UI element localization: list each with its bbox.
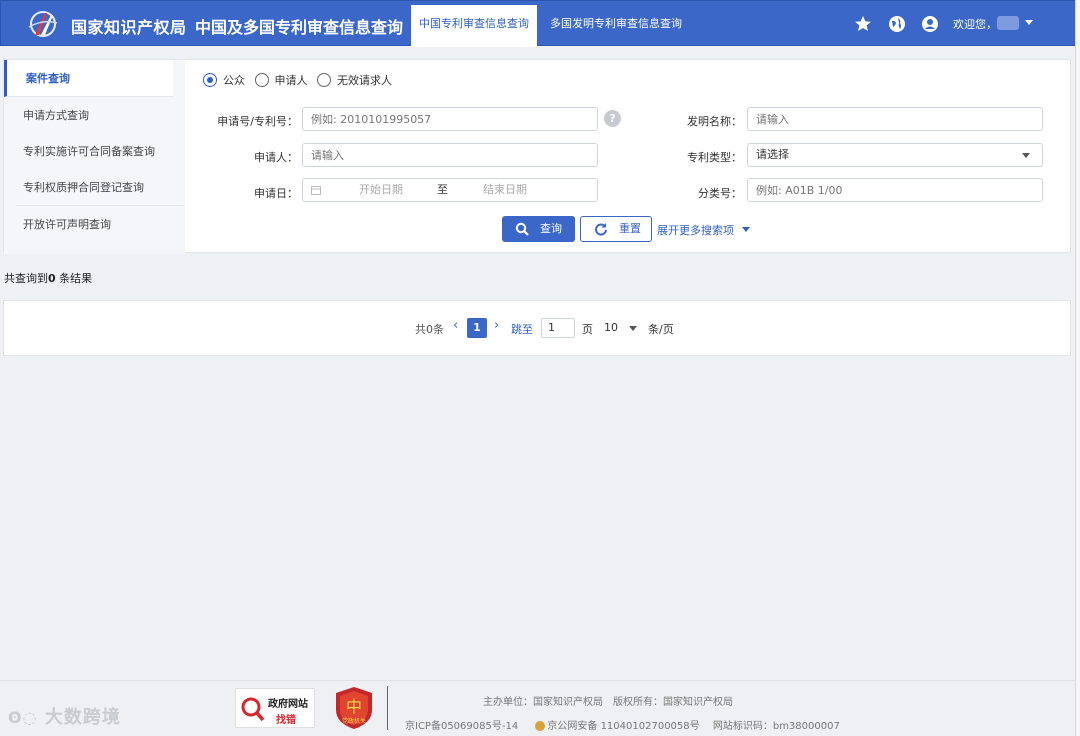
pagination-jump-label: 跳至 xyxy=(511,323,533,336)
end-date-placeholder[interactable]: 结束日期 xyxy=(483,179,527,201)
globe-icon[interactable] xyxy=(887,14,907,34)
sidebar-item-pledge-contract[interactable]: 专利权质押合同登记查询 xyxy=(16,169,185,206)
party-government-badge-icon[interactable]: 中 党政机关 xyxy=(334,686,374,730)
watermark-logo-icon: ʘ◌ xyxy=(8,708,38,727)
date-separator: 至 xyxy=(437,183,448,196)
patent-type-label: 专利类型： xyxy=(687,151,742,164)
badge-gov-line2: 找错 xyxy=(276,715,296,726)
search-button[interactable]: 查询 xyxy=(502,216,575,242)
welcome-text: 欢迎您， xyxy=(953,18,997,31)
system-title: 中国及多国专利审查信息查询 xyxy=(195,18,404,37)
pagination-total: 共0条 xyxy=(415,323,444,336)
sidebar-item-application-method[interactable]: 申请方式查询 xyxy=(16,97,185,134)
reset-button-label: 重置 xyxy=(619,222,641,235)
page-size-unit: 条/页 xyxy=(648,323,674,336)
footer-divider xyxy=(0,680,1080,681)
sidebar-item-license-contract[interactable]: 专利实施许可合同备案查询 xyxy=(16,133,185,170)
search-icon xyxy=(515,222,529,236)
applicant-input[interactable] xyxy=(302,143,598,167)
radio-public-label: 公众 xyxy=(223,74,245,87)
footer-police[interactable]: 京公网安备 11040102700058号 xyxy=(547,721,699,732)
radio-applicant-label: 申请人 xyxy=(274,74,308,87)
tab-china-patent[interactable]: 中国专利审查信息查询 xyxy=(411,5,537,47)
cnipa-logo-icon xyxy=(28,11,58,37)
app-date-label: 申请日： xyxy=(254,187,298,200)
sidebar-item-case-query[interactable]: 案件查询 xyxy=(4,60,173,97)
search-button-label: 查询 xyxy=(540,222,562,235)
chevron-right-icon[interactable]: › xyxy=(494,318,499,333)
radio-invalidation-label: 无效请求人 xyxy=(337,74,392,87)
magnifier-icon xyxy=(241,697,265,722)
window-scrollbar[interactable] xyxy=(1075,0,1080,736)
chevron-left-icon[interactable]: ‹ xyxy=(453,318,458,333)
start-date-placeholder[interactable]: 开始日期 xyxy=(359,179,403,201)
app-no-label: 申请号/专利号： xyxy=(217,115,298,128)
chevron-down-icon[interactable] xyxy=(629,326,637,331)
username-redacted[interactable] xyxy=(997,16,1019,30)
svg-text:中: 中 xyxy=(346,697,362,716)
result-prefix: 共查询到 xyxy=(4,272,48,285)
badge-party-label: 党政机关 xyxy=(342,717,366,725)
footer-registration: 京ICP备05069085号-14 京公网安备 11040102700058号 … xyxy=(405,717,840,732)
invention-name-label: 发明名称： xyxy=(687,115,742,128)
top-header: 国家知识产权局 中国及多国专利审查信息查询 中国专利审查信息查询 多国发明专利审… xyxy=(0,0,1080,47)
patent-type-select[interactable]: 请选择 xyxy=(747,143,1043,167)
result-number: 0 xyxy=(48,272,56,285)
search-panel: 案件查询 申请方式查询 专利实施许可合同备案查询 专利权质押合同登记查询 开放许… xyxy=(3,59,1071,254)
chevron-down-icon[interactable] xyxy=(1025,20,1033,25)
help-icon[interactable]: ? xyxy=(604,110,621,127)
footer-site-code: 网站标识码：bm38000007 xyxy=(712,721,840,732)
pagination-page-unit: 页 xyxy=(582,323,593,336)
sidebar-item-open-license[interactable]: 开放许可声明查询 xyxy=(16,206,185,243)
brand-name: 国家知识产权局 xyxy=(71,18,187,37)
watermark: ʘ◌ 大数跨境 xyxy=(8,707,121,728)
star-icon[interactable] xyxy=(853,14,873,34)
result-suffix: 条结果 xyxy=(59,272,93,285)
class-no-input[interactable] xyxy=(747,178,1043,202)
police-badge-icon xyxy=(535,721,546,731)
radio-invalidation-requester[interactable] xyxy=(317,73,331,87)
user-icon[interactable] xyxy=(920,14,940,34)
footer-icp[interactable]: 京ICP备05069085号-14 xyxy=(405,721,518,732)
gov-site-error-badge[interactable]: 政府网站 找错 xyxy=(235,688,315,728)
chevron-down-icon[interactable] xyxy=(1022,153,1030,158)
tab-multinational-patent[interactable]: 多国发明专利审查信息查询 xyxy=(550,5,682,43)
invention-name-input[interactable] xyxy=(747,107,1043,131)
page-size-select[interactable]: 10 xyxy=(604,321,618,334)
expand-more-link[interactable]: 展开更多搜索项 xyxy=(657,222,734,238)
result-count: 共查询到0 条结果 xyxy=(4,270,92,286)
footer-vertical-divider xyxy=(387,686,388,730)
radio-public[interactable] xyxy=(203,73,217,87)
pagination-panel: 共0条 ‹ 1 › 跳至 1 页 10 条/页 xyxy=(3,300,1071,356)
refresh-icon xyxy=(595,223,607,236)
footer-sponsor: 主办单位：国家知识产权局 版权所有：国家知识产权局 xyxy=(483,697,733,708)
pagination-current-page[interactable]: 1 xyxy=(467,318,487,338)
sidebar: 案件查询 申请方式查询 专利实施许可合同备案查询 专利权质押合同登记查询 开放许… xyxy=(4,60,185,254)
class-no-label: 分类号： xyxy=(698,187,742,200)
radio-applicant[interactable] xyxy=(254,73,269,87)
app-no-input[interactable] xyxy=(302,107,598,131)
badge-gov-line1: 政府网站 xyxy=(268,699,308,710)
role-radio-group: 公众 申请人 无效请求人 xyxy=(203,72,398,88)
reset-button[interactable]: 重置 xyxy=(580,216,652,242)
pagination-jump-input[interactable]: 1 xyxy=(541,318,575,338)
applicant-label: 申请人： xyxy=(254,151,298,164)
date-range-picker[interactable]: 开始日期 至 结束日期 xyxy=(302,178,598,202)
calendar-icon xyxy=(311,186,321,195)
chevron-down-icon[interactable] xyxy=(742,227,750,232)
